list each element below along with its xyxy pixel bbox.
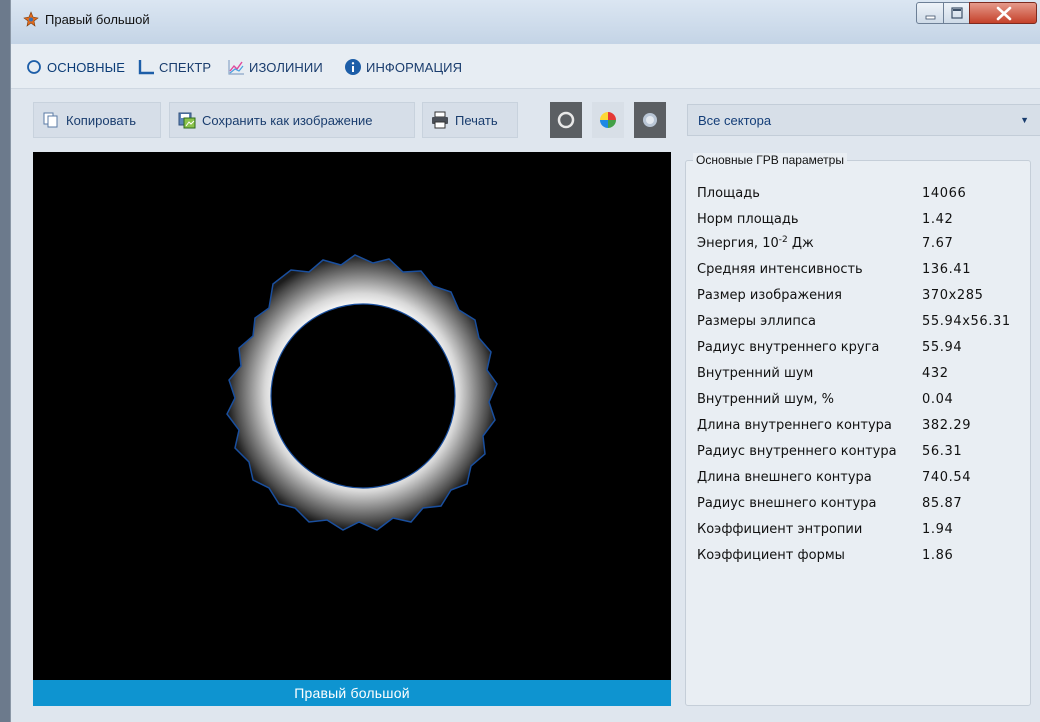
minimize-button[interactable] xyxy=(916,2,944,24)
param-label: Коэффициент формы xyxy=(697,548,845,563)
ring-view-icon xyxy=(557,111,575,129)
tab-label: ОСНОВНЫЕ xyxy=(47,59,126,75)
close-icon xyxy=(996,6,1012,21)
tab-spectrum[interactable]: СПЕКТР xyxy=(137,56,211,78)
param-label-suffix: Дж xyxy=(787,236,814,251)
save-label: Сохранить как изображение xyxy=(202,112,373,128)
blob-view-button[interactable] xyxy=(634,102,666,138)
param-row: Средняя интенсивность 136.41 xyxy=(697,262,1037,286)
chart-axis-icon xyxy=(138,60,154,75)
param-value: 55.94x56.31 xyxy=(922,314,1011,329)
app-window: Правый большой ОСНОВНЫЕ СПЕКТР ИЗОЛИНИИ … xyxy=(10,0,1040,722)
param-value: 136.41 xyxy=(922,262,972,277)
param-row: Энергия, 10-2 Дж 7.67 xyxy=(697,236,1037,260)
param-value: 14066 xyxy=(922,186,967,201)
param-row: Коэффициент формы 1.86 xyxy=(697,548,1037,572)
printer-icon xyxy=(432,111,448,129)
param-value: 1.42 xyxy=(922,212,954,227)
tab-label: ИНФОРМАЦИЯ xyxy=(366,59,463,75)
tab-bar: ОСНОВНЫЕ СПЕКТР ИЗОЛИНИИ ИНФОРМАЦИЯ xyxy=(11,44,1040,89)
param-label-exponent: -2 xyxy=(778,235,788,245)
color-pie-icon xyxy=(600,112,616,128)
copy-button[interactable]: Копировать xyxy=(33,102,161,138)
copy-label: Копировать xyxy=(66,112,136,128)
param-value: 0.04 xyxy=(922,392,954,407)
param-label: Размеры эллипса xyxy=(697,314,816,329)
minimize-icon xyxy=(925,15,936,20)
param-label: Энергия, 10-2 Дж xyxy=(697,235,814,252)
save-image-icon xyxy=(178,112,196,129)
color-view-button[interactable] xyxy=(592,102,624,138)
param-label: Коэффициент энтропии xyxy=(697,522,863,537)
param-value: 55.94 xyxy=(922,340,963,355)
param-row: Размер изображения 370x285 xyxy=(697,288,1037,312)
maximize-button[interactable] xyxy=(943,2,970,24)
dropdown-arrow-icon: ▼ xyxy=(1020,115,1029,125)
param-value: 7.67 xyxy=(922,236,954,251)
param-row: Внутренний шум, % 0.04 xyxy=(697,392,1037,416)
param-label: Радиус внутреннего круга xyxy=(697,340,880,355)
gdv-image-panel[interactable] xyxy=(33,152,671,706)
param-label-prefix: Энергия, 10 xyxy=(697,236,779,251)
print-label: Печать xyxy=(455,112,498,128)
image-caption: Правый большой xyxy=(33,680,671,706)
param-value: 85.87 xyxy=(922,496,963,511)
param-label: Норм площадь xyxy=(697,212,799,227)
param-value: 56.31 xyxy=(922,444,963,459)
param-label: Внутренний шум xyxy=(697,366,814,381)
tab-label: ИЗОЛИНИИ xyxy=(249,59,323,75)
param-row: Длина внешнего контура 740.54 xyxy=(697,470,1037,494)
params-legend: Основные ГРВ параметры xyxy=(693,153,847,167)
param-value: 382.29 xyxy=(922,418,972,433)
close-button[interactable] xyxy=(969,2,1037,24)
tab-info[interactable]: ИНФОРМАЦИЯ xyxy=(344,56,462,78)
print-button[interactable]: Печать xyxy=(422,102,518,138)
param-row: Длина внутреннего контура 382.29 xyxy=(697,418,1037,442)
ring-view-button[interactable] xyxy=(550,102,582,138)
inner-contour xyxy=(270,303,456,489)
param-value: 1.94 xyxy=(922,522,954,537)
gdv-glow-image xyxy=(226,254,498,531)
param-value: 740.54 xyxy=(922,470,972,485)
param-label: Средняя интенсивность xyxy=(697,262,863,277)
circle-outline-icon xyxy=(27,60,41,74)
tab-main[interactable]: ОСНОВНЫЕ xyxy=(25,56,125,78)
param-label: Площадь xyxy=(697,186,760,201)
param-row: Площадь 14066 xyxy=(697,186,1037,210)
param-value: 1.86 xyxy=(922,548,954,563)
param-label: Радиус внешнего контура xyxy=(697,496,877,511)
maximize-icon xyxy=(951,7,963,19)
param-label: Радиус внутреннего контура xyxy=(697,444,897,459)
param-label: Внутренний шум, % xyxy=(697,392,834,407)
param-row: Радиус внешнего контура 85.87 xyxy=(697,496,1037,520)
param-label: Размер изображения xyxy=(697,288,842,303)
param-label: Длина внешнего контура xyxy=(697,470,872,485)
sector-select[interactable]: Все сектора ▼ xyxy=(687,104,1040,136)
info-icon xyxy=(345,59,361,75)
param-row: Размеры эллипса 55.94x56.31 xyxy=(697,314,1037,338)
copy-icon xyxy=(43,112,58,128)
tab-isolines[interactable]: ИЗОЛИНИИ xyxy=(227,56,323,78)
param-row: Радиус внутреннего круга 55.94 xyxy=(697,340,1037,364)
param-value: 432 xyxy=(922,366,949,381)
param-value: 370x285 xyxy=(922,288,984,303)
title-bar[interactable]: Правый большой xyxy=(11,0,1040,44)
param-label: Длина внутреннего контура xyxy=(697,418,892,433)
save-image-button[interactable]: Сохранить как изображение xyxy=(169,102,415,138)
param-row: Коэффициент энтропии 1.94 xyxy=(697,522,1037,546)
sector-select-value: Все сектора xyxy=(698,112,772,128)
param-row: Норм площадь 1.42 xyxy=(697,212,1037,236)
app-logo-icon xyxy=(23,11,39,27)
blob-view-icon xyxy=(643,113,657,127)
tab-label: СПЕКТР xyxy=(159,59,212,75)
window-title: Правый большой xyxy=(45,12,150,27)
line-chart-icon xyxy=(228,60,244,75)
param-row: Радиус внутреннего контура 56.31 xyxy=(697,444,1037,468)
param-row: Внутренний шум 432 xyxy=(697,366,1037,390)
